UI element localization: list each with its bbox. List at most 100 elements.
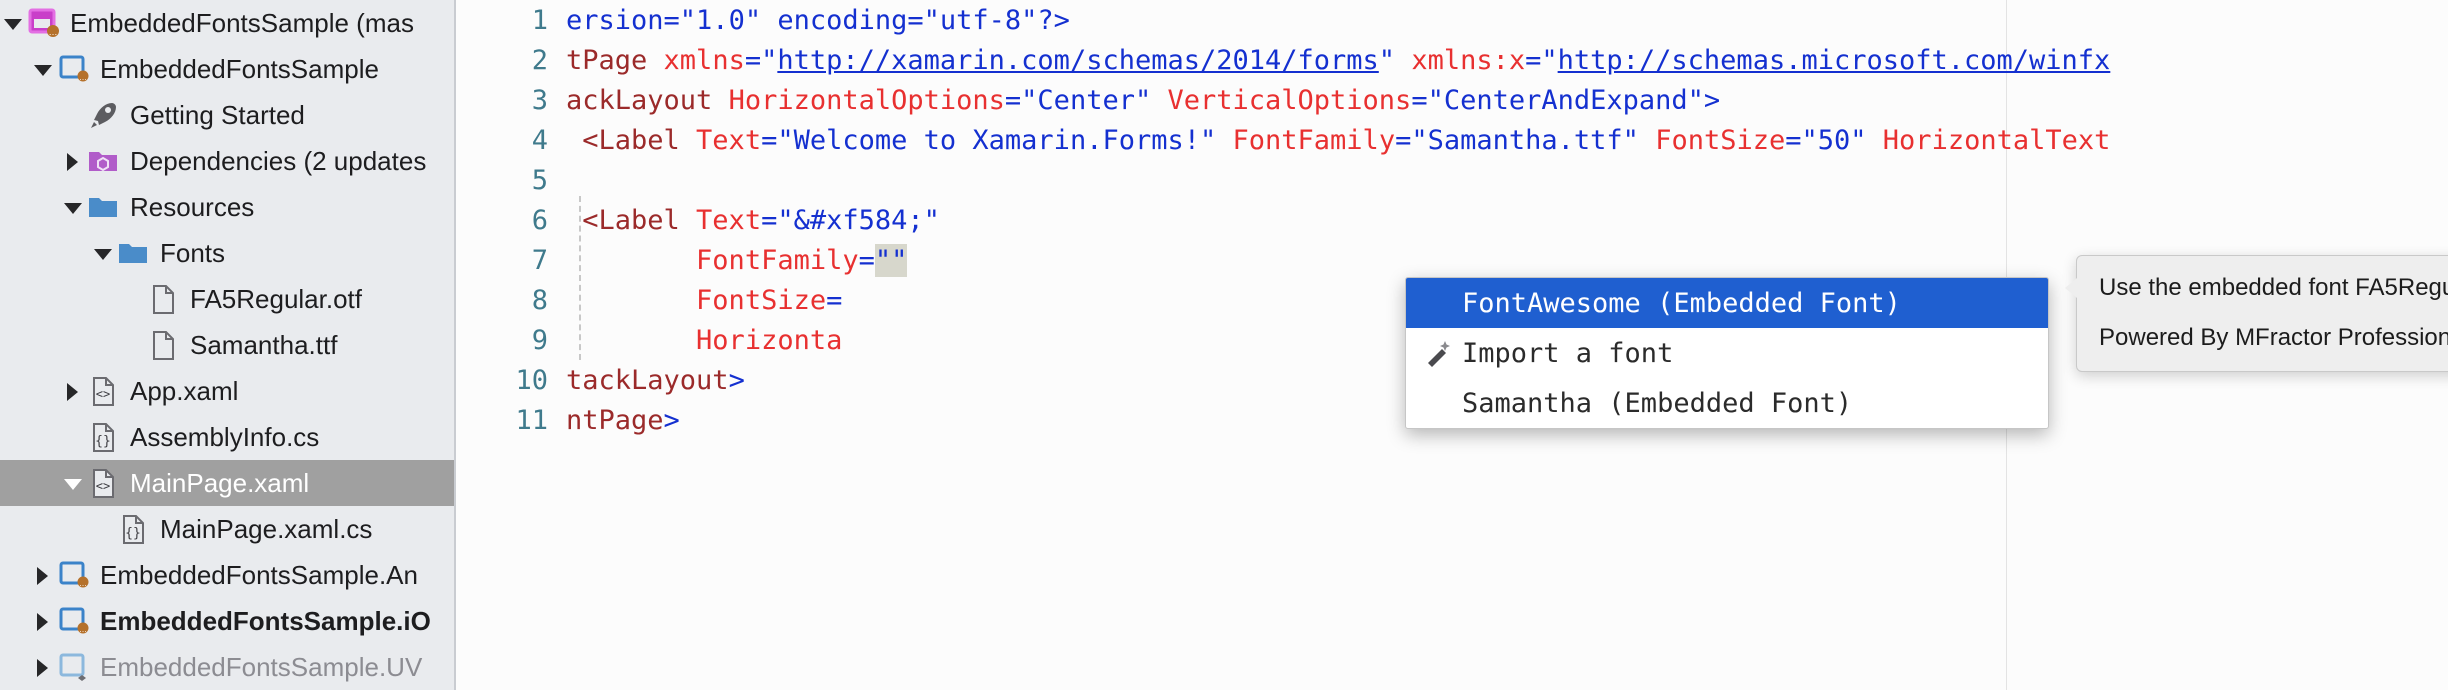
tree-item[interactable]: EmbeddedFontsSample.UV — [0, 644, 454, 690]
autocomplete-item[interactable]: Samantha (Embedded Font) — [1406, 378, 2048, 428]
autocomplete-list[interactable]: FontAwesome (Embedded Font) Import a font… — [1406, 278, 2048, 428]
project-icon: … — [56, 558, 90, 592]
tree-item-label: MainPage.xaml — [130, 468, 310, 498]
line-number: 5 — [531, 164, 548, 196]
tree-item[interactable]: <> App.xaml — [0, 368, 454, 414]
code-text[interactable]: tPage xmlns="http://xamarin.com/schemas/… — [566, 45, 2448, 76]
tree-item[interactable]: … EmbeddedFontsSample (mas — [0, 0, 454, 46]
tree-item-label: FA5Regular.otf — [190, 284, 362, 314]
chevron-right-icon[interactable] — [30, 608, 56, 634]
code-text[interactable]: ackLayout HorizontalOptions="Center" Ver… — [566, 85, 2448, 116]
tree-item[interactable]: Samantha.ttf — [0, 322, 454, 368]
tree-item[interactable]: {} MainPage.xaml.cs — [0, 506, 454, 552]
chevron-right-icon[interactable] — [60, 378, 86, 404]
code-editor[interactable]: 1 ersion="1.0" encoding="utf-8"?> 2 tPage x… — [456, 0, 2448, 690]
line-number: 4 — [531, 124, 548, 156]
code-token: "Samantha.ttf" — [1411, 124, 1639, 156]
code-token: xmlns:x — [1411, 44, 1526, 76]
chevron-right-icon[interactable] — [30, 562, 56, 588]
tree-item[interactable]: FA5Regular.otf — [0, 276, 454, 322]
code-token: Horizonta — [696, 324, 843, 356]
code-line[interactable]: 6 <Label Text="&#xf584;" — [456, 200, 2448, 240]
svg-text:…: … — [79, 579, 87, 588]
tree-item-label: AssemblyInfo.cs — [130, 422, 320, 452]
code-token: HorizontalOptions — [728, 84, 1005, 116]
wand-icon — [1422, 337, 1454, 369]
code-token: FontSize — [1655, 124, 1786, 156]
autocomplete-item[interactable]: Import a font — [1406, 328, 2048, 378]
code-token: ersion= — [566, 4, 680, 36]
code-token: encoding= — [761, 4, 924, 36]
code-token: "" — [874, 243, 908, 277]
tree-item[interactable]: Resources — [0, 184, 454, 230]
code-line[interactable]: 3 ackLayout HorizontalOptions="Center" Ve… — [456, 80, 2448, 120]
code-token: "utf-8"?> — [923, 4, 1070, 36]
chevron-right-icon[interactable] — [30, 654, 56, 680]
tree-item[interactable]: … EmbeddedFontsSample — [0, 46, 454, 92]
tree-item-label: MainPage.xaml.cs — [160, 514, 373, 544]
tree-item[interactable]: … EmbeddedFontsSample.iO — [0, 598, 454, 644]
file-icon — [146, 328, 180, 362]
code-token: FontSize — [696, 284, 827, 316]
tree-item[interactable]: {} AssemblyInfo.cs — [0, 414, 454, 460]
line-number: 8 — [531, 284, 548, 316]
chevron-down-icon[interactable] — [30, 56, 56, 82]
tree-item-label: Resources — [130, 192, 255, 222]
svg-text:…: … — [49, 27, 58, 37]
tree-item-label: Getting Started — [130, 100, 305, 130]
blank-icon — [1422, 387, 1454, 419]
tree-item-label: EmbeddedFontsSample.UV — [100, 652, 423, 682]
solution-explorer-sidebar[interactable]: … EmbeddedFontsSample (mas … EmbeddedFontsS… — [0, 0, 456, 690]
line-number: 6 — [531, 204, 548, 236]
code-line[interactable]: 4 <Label Text="Welcome to Xamarin.Forms!… — [456, 120, 2448, 160]
tree-item[interactable]: Fonts — [0, 230, 454, 276]
tree-item-label: Dependencies (2 updates — [130, 146, 427, 176]
code-line[interactable]: 1 ersion="1.0" encoding="utf-8"?> — [456, 0, 2448, 40]
code-text[interactable]: <Label Text="&#xf584;" — [566, 205, 2448, 236]
tree-item[interactable]: Getting Started — [0, 92, 454, 138]
code-text[interactable]: <Label Text="Welcome to Xamarin.Forms!" … — [566, 125, 2448, 156]
code-token: "1.0" — [679, 4, 762, 36]
chevron-right-icon[interactable] — [60, 148, 86, 174]
svg-text:…: … — [79, 73, 87, 82]
chevron-down-icon[interactable] — [60, 470, 86, 496]
code-token: xmlns — [663, 44, 745, 76]
line-number: 11 — [515, 404, 548, 436]
code-token: <Label — [566, 204, 697, 236]
code-token: FontFamily — [1232, 124, 1396, 156]
code-token: "CenterAndExpand"> — [1427, 84, 1721, 116]
code-token: <Label — [566, 124, 697, 156]
tree-item[interactable]: … EmbeddedFontsSample.An — [0, 552, 454, 598]
code-text[interactable]: ersion="1.0" encoding="utf-8"?> — [566, 5, 2448, 36]
code-token: tackLayout — [566, 364, 729, 396]
code-line[interactable]: 2 tPage xmlns="http://xamarin.com/schemas… — [456, 40, 2448, 80]
xaml-file-icon: <> — [86, 466, 120, 500]
code-token: ackLayout — [566, 84, 729, 116]
chevron-down-icon[interactable] — [60, 194, 86, 220]
autocomplete-item[interactable]: FontAwesome (Embedded Font) — [1406, 278, 2048, 328]
chevron-down-icon[interactable] — [0, 10, 26, 36]
autocomplete-tooltip: Use the embedded font FA5Regular.otf wit… — [2065, 255, 2448, 373]
code-token: FontFamily — [696, 244, 859, 276]
code-token: = — [1004, 84, 1022, 116]
code-line[interactable]: 5 — [456, 160, 2448, 200]
folder-icon — [86, 190, 120, 224]
code-token: Text — [696, 204, 762, 236]
chevron-down-icon[interactable] — [90, 240, 116, 266]
csharp-file-icon: {} — [116, 512, 150, 546]
project-tree[interactable]: … EmbeddedFontsSample (mas … EmbeddedFontsS… — [0, 0, 454, 690]
tree-item-label: EmbeddedFontsSample (mas — [70, 8, 414, 38]
code-token: = — [858, 244, 875, 276]
autocomplete-popup[interactable]: FontAwesome (Embedded Font) Import a font… — [1405, 277, 2049, 429]
folder-icon — [116, 236, 150, 270]
tree-item[interactable]: Dependencies (2 updates — [0, 138, 454, 184]
line-number: 10 — [515, 364, 548, 396]
code-token: > — [663, 404, 680, 436]
tree-item[interactable]: <> MainPage.xaml — [0, 460, 454, 506]
